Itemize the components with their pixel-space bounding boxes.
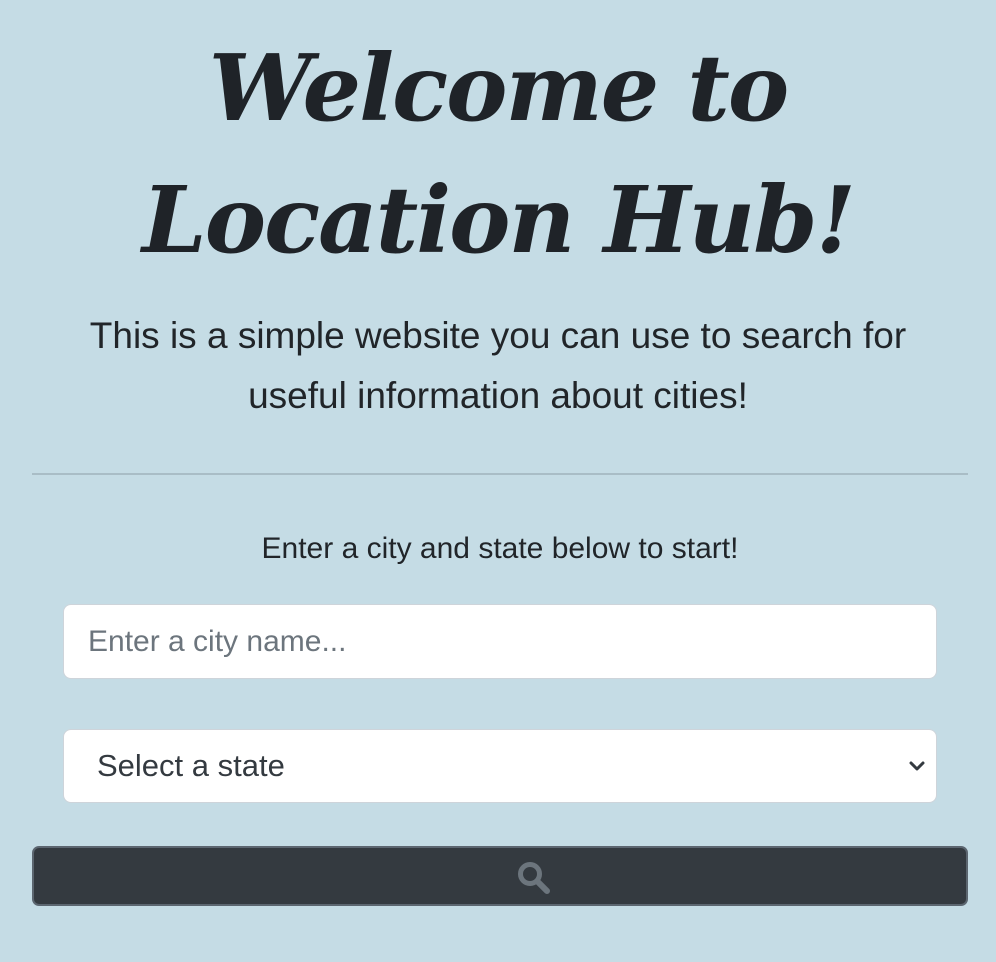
search-icon — [518, 862, 550, 894]
form-prompt: Enter a city and state below to start! — [261, 532, 739, 565]
divider — [32, 473, 968, 475]
search-button[interactable] — [32, 846, 968, 906]
page-subtitle: This is a simple website you can use to … — [89, 315, 907, 416]
chevron-down-icon — [909, 761, 925, 771]
state-select[interactable]: Select a state — [63, 729, 937, 803]
page: Welcome to Location Hub! This is a simpl… — [0, 0, 996, 962]
state-select-value: Select a state — [97, 748, 285, 783]
page-title: Welcome to Location Hub! — [142, 34, 856, 274]
city-name-input[interactable] — [63, 604, 937, 679]
